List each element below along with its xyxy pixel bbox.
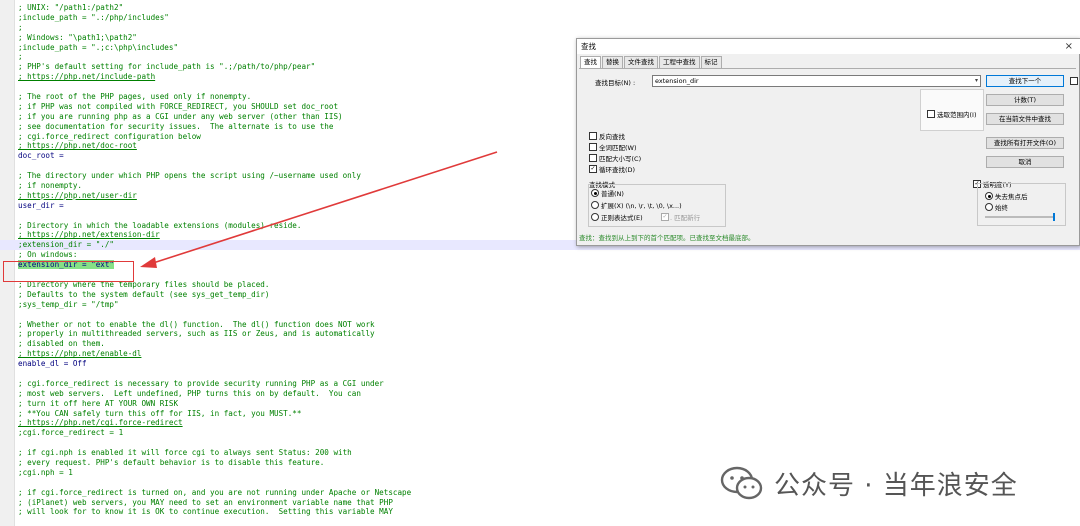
- code-line[interactable]: ;: [18, 23, 1078, 33]
- find-status-bar: 查找：查找到从上到下的首个匹配项。已查找至文档最底部。: [577, 233, 1079, 244]
- current-line-text: ;extension_dir = "./": [18, 240, 115, 250]
- wrap-around-label: 循环查找(D): [599, 166, 636, 174]
- mode-extended-label: 扩展(X) (\n, \r, \t, \0, \x...): [601, 202, 682, 210]
- mode-regex-radio[interactable]: [591, 213, 599, 221]
- code-line[interactable]: ; most web servers. Left undefined, PHP …: [18, 389, 1078, 399]
- in-selection-checkbox[interactable]: [927, 110, 935, 118]
- reverse-search-label: 反向查找: [599, 133, 625, 141]
- close-icon[interactable]: ×: [1065, 39, 1073, 54]
- mode-extended-radio[interactable]: [591, 201, 599, 209]
- count-button[interactable]: 计数(T): [986, 94, 1064, 106]
- find-target-input[interactable]: extension_dir ▾: [652, 75, 981, 87]
- code-line[interactable]: ; UNIX: "/path1:/path2": [18, 3, 1078, 13]
- tab-find-in-project[interactable]: 工程中查找: [659, 56, 700, 68]
- code-line[interactable]: ;include_path = ".:/php/includes": [18, 13, 1078, 23]
- lose-focus-label: 失去焦点后: [995, 193, 1028, 201]
- code-line[interactable]: ; cgi.force_redirect is necessary to pro…: [18, 379, 1078, 389]
- match-case-checkbox[interactable]: [589, 154, 597, 162]
- mode-regex-label: 正则表达式(E): [601, 214, 643, 222]
- watermark: 公众号 · 当年浪安全: [720, 463, 1018, 503]
- wechat-icon: [720, 466, 763, 500]
- search-mode-group: 普通(N) 扩展(X) (\n, \r, \t, \0, \x...) 正则表达…: [588, 184, 726, 227]
- wrap-around-checkbox[interactable]: ✓: [589, 165, 597, 173]
- code-line[interactable]: ; https://php.net/enable-dl: [18, 349, 1078, 359]
- cancel-button[interactable]: 取消: [986, 156, 1064, 168]
- code-line[interactable]: [18, 310, 1078, 320]
- code-line[interactable]: ; will look for to know it is OK to cont…: [18, 507, 1078, 517]
- code-link[interactable]: ; https://php.net/include-path: [18, 72, 155, 81]
- code-line[interactable]: ; properly in multithreaded servers, suc…: [18, 329, 1078, 339]
- find-panel: 查找目标(N) : extension_dir ▾ 查找下一个 选取范围内(I)…: [579, 68, 1078, 233]
- find-target-value: extension_dir: [655, 77, 699, 85]
- tab-find-in-files[interactable]: 文件查找: [624, 56, 658, 68]
- mode-normal-label: 普通(N): [601, 190, 624, 198]
- code-line[interactable]: ;sys_temp_dir = "/tmp": [18, 300, 1078, 310]
- find-in-current-button[interactable]: 在当前文件中查找: [986, 113, 1064, 125]
- find-dialog[interactable]: 查找 × 查找 替换 文件查找 工程中查找 标记 查找目标(N) : exten…: [576, 38, 1080, 246]
- transparency-slider-thumb[interactable]: [1053, 213, 1055, 221]
- tab-replace[interactable]: 替换: [602, 56, 623, 68]
- code-link[interactable]: ; https://php.net/cgi.force-redirect: [18, 418, 183, 427]
- find-next-button[interactable]: 查找下一个: [986, 75, 1064, 87]
- code-line[interactable]: ; https://php.net/cgi.force-redirect: [18, 418, 1078, 428]
- code-line[interactable]: ; On windows:: [18, 250, 1078, 260]
- find-extra-checkbox[interactable]: [1070, 77, 1078, 85]
- whole-word-label: 全词匹配(W): [599, 144, 637, 152]
- code-line[interactable]: [18, 369, 1078, 379]
- code-line[interactable]: ;cgi.force_redirect = 1: [18, 428, 1078, 438]
- always-radio[interactable]: [985, 203, 993, 211]
- selection-scope-box: 选取范围内(I): [920, 89, 984, 131]
- whole-word-checkbox[interactable]: [589, 143, 597, 151]
- reverse-search-checkbox[interactable]: [589, 132, 597, 140]
- dot-newline-label: . 匹配新行: [670, 214, 701, 222]
- code-link[interactable]: ; https://php.net/doc-root: [18, 141, 137, 150]
- code-link[interactable]: ; https://php.net/extension-dir: [18, 230, 160, 239]
- find-target-label: 查找目标(N) :: [595, 79, 636, 87]
- in-selection-label: 选取范围内(I): [937, 111, 977, 119]
- code-line[interactable]: ; Whether or not to enable the dl() func…: [18, 320, 1078, 330]
- find-dialog-title: 查找: [577, 39, 1080, 54]
- code-line[interactable]: [18, 438, 1078, 448]
- code-link[interactable]: ; https://php.net/user-dir: [18, 191, 137, 200]
- match-case-label: 匹配大小写(C): [599, 155, 642, 163]
- lose-focus-radio[interactable]: [985, 192, 993, 200]
- watermark-text: 公众号 · 当年浪安全: [774, 470, 1018, 501]
- code-line[interactable]: ; turn it off here AT YOUR OWN RISK: [18, 399, 1078, 409]
- mode-normal-radio[interactable]: [591, 189, 599, 197]
- find-dialog-tabs: 查找 替换 文件查找 工程中查找 标记: [580, 56, 723, 69]
- highlight-annotation-box: [3, 261, 134, 282]
- code-line[interactable]: ; disabled on them.: [18, 339, 1078, 349]
- code-line[interactable]: ; if cgi.nph is enabled it will force cg…: [18, 448, 1078, 458]
- code-line[interactable]: extension_dir = "ext": [18, 260, 1078, 270]
- code-line[interactable]: ; **You CAN safely turn this off for IIS…: [18, 409, 1078, 419]
- code-line[interactable]: ; Directory where the temporary files sh…: [18, 280, 1078, 290]
- code-link[interactable]: ; https://php.net/enable-dl: [18, 349, 141, 358]
- always-label: 始终: [995, 204, 1008, 212]
- chevron-down-icon[interactable]: ▾: [975, 76, 978, 86]
- find-all-open-button[interactable]: 查找所有打开文件(O): [986, 137, 1064, 149]
- code-line[interactable]: [18, 270, 1078, 280]
- dot-newline-checkbox[interactable]: ✓: [661, 213, 669, 221]
- transparency-slider[interactable]: [985, 216, 1055, 218]
- code-line[interactable]: ; Defaults to the system default (see sy…: [18, 290, 1078, 300]
- code-line[interactable]: enable_dl = Off: [18, 359, 1078, 369]
- tab-mark[interactable]: 标记: [700, 56, 722, 68]
